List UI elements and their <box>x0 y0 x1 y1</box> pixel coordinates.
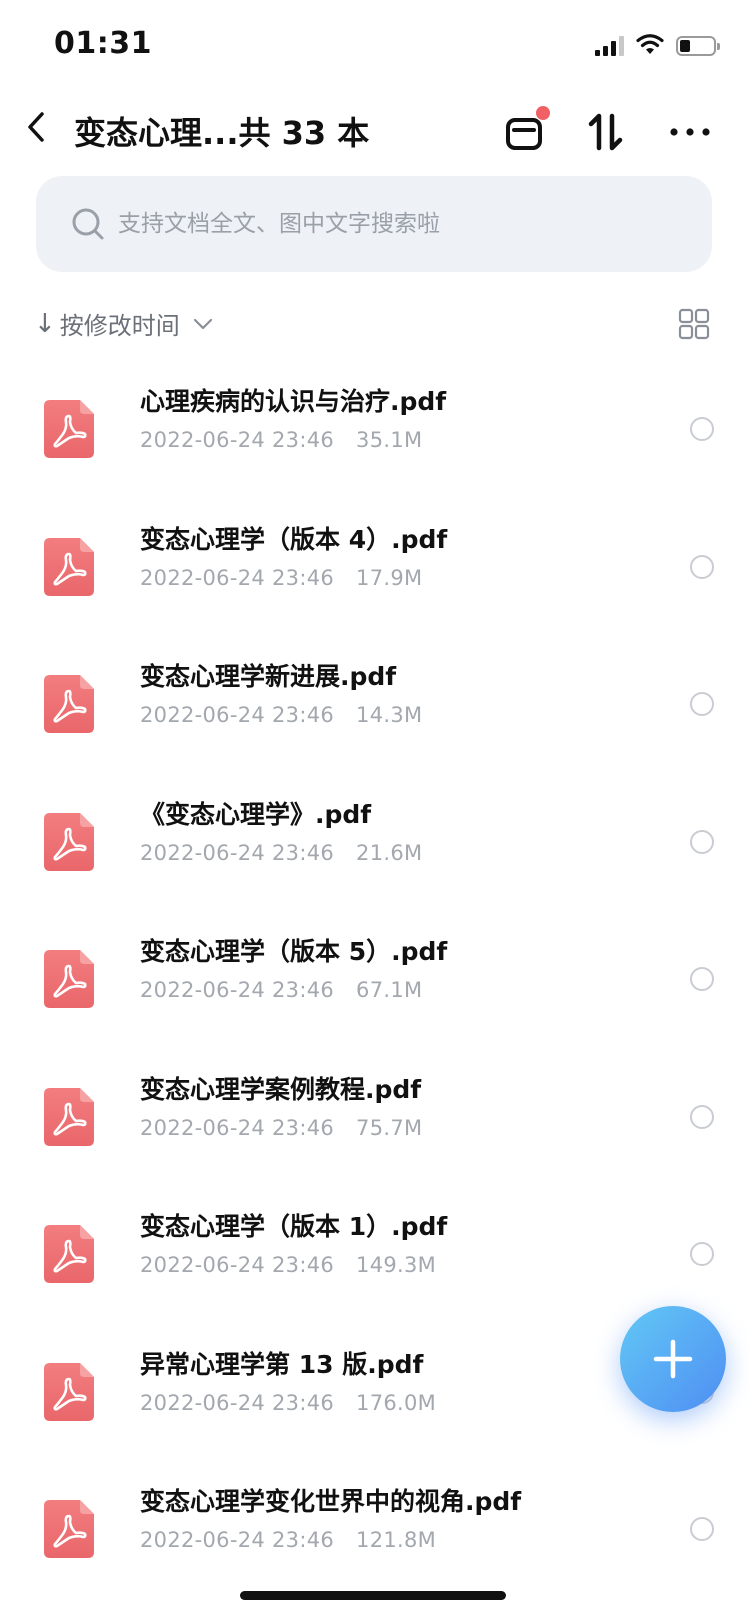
file-item[interactable]: 《变态心理学》.pdf 2022-06-24 23:46 21.6M <box>0 773 750 911</box>
sort-row: ↓ 按修改时间 <box>34 302 714 346</box>
pdf-file-icon <box>44 400 94 458</box>
status-time: 01:31 <box>54 26 152 61</box>
status-icons <box>595 32 720 56</box>
search-bar[interactable] <box>36 176 712 272</box>
cellular-signal-icon <box>595 36 624 56</box>
file-name: 心理疾病的认识与治疗.pdf <box>140 387 447 416</box>
notification-dot <box>536 106 550 120</box>
file-date: 2022-06-24 23:46 <box>140 978 335 1002</box>
pdf-file-icon <box>44 537 94 596</box>
select-checkbox[interactable] <box>690 692 714 716</box>
file-date: 2022-06-24 23:46 <box>140 1528 335 1552</box>
file-item[interactable]: 变态心理学（版本 5）.pdf 2022-06-24 23:46 67.1M <box>0 910 750 1048</box>
file-size: 67.1M <box>356 978 423 1002</box>
file-item[interactable]: 心理疾病的认识与治疗.pdf 2022-06-24 23:46 35.1M <box>0 360 750 498</box>
home-indicator <box>240 1591 506 1600</box>
file-list-screen: 01:31 变态心理...共 33 本 支持文档全文、图中文字搜索啦 ↓ 按修改… <box>0 0 750 1624</box>
file-date: 2022-06-24 23:46 <box>140 1390 335 1415</box>
file-size: 21.6M <box>356 840 423 865</box>
pdf-file-icon <box>44 950 94 1008</box>
sort-button[interactable] <box>578 104 634 160</box>
file-date: 2022-06-24 23:46 <box>140 1115 335 1140</box>
file-date: 2022-06-24 23:46 <box>140 703 335 727</box>
file-item[interactable]: 变态心理学（版本 1）.pdf 2022-06-24 23:46 149.3M <box>0 1185 750 1323</box>
search-input[interactable] <box>118 211 678 237</box>
file-meta: 2022-06-24 23:46 17.9M <box>140 566 422 590</box>
file-meta: 2022-06-24 23:46 35.1M <box>140 428 422 452</box>
file-name: 变态心理学（版本 4）.pdf <box>140 524 448 554</box>
add-button[interactable] <box>620 1306 726 1412</box>
page-title: 变态心理...共 33 本 <box>74 114 370 152</box>
file-size: 121.8M <box>356 1528 437 1552</box>
file-date: 2022-06-24 23:46 <box>140 565 335 590</box>
file-date: 2022-06-24 23:46 <box>140 840 335 865</box>
file-name: 变态心理学变化世界中的视角.pdf <box>140 1487 522 1516</box>
pdf-file-icon <box>44 1225 94 1283</box>
file-size: 17.9M <box>356 565 423 590</box>
file-list: 心理疾病的认识与治疗.pdf 2022-06-24 23:46 35.1M 变态… <box>0 360 750 1598</box>
file-name: 《变态心理学》.pdf <box>140 799 372 829</box>
sort-arrows-icon <box>588 113 623 151</box>
file-name: 变态心理学（版本 1）.pdf <box>140 1212 448 1241</box>
file-meta: 2022-06-24 23:46 21.6M <box>140 841 422 865</box>
file-meta: 2022-06-24 23:46 176.0M <box>140 1391 436 1415</box>
basket-button[interactable] <box>496 104 552 160</box>
wifi-icon <box>636 34 664 56</box>
file-item[interactable]: 变态心理学（版本 4）.pdf 2022-06-24 23:46 17.9M <box>0 498 750 636</box>
battery-level <box>680 40 691 52</box>
file-name: 变态心理学（版本 5）.pdf <box>140 937 448 966</box>
file-item[interactable]: 变态心理学变化世界中的视角.pdf 2022-06-24 23:46 121.8M <box>0 1460 750 1598</box>
battery-icon <box>676 36 720 56</box>
select-checkbox[interactable] <box>690 554 714 579</box>
file-size: 14.3M <box>356 703 423 727</box>
file-name: 异常心理学第 13 版.pdf <box>140 1349 424 1379</box>
chevron-left-icon <box>28 112 44 142</box>
pdf-file-icon <box>44 1362 94 1421</box>
file-meta: 2022-06-24 23:46 75.7M <box>140 1116 422 1140</box>
more-icon <box>670 128 710 136</box>
chevron-down-icon <box>193 318 212 329</box>
select-checkbox[interactable] <box>690 967 714 991</box>
back-button[interactable] <box>18 102 58 152</box>
file-meta: 2022-06-24 23:46 149.3M <box>140 1253 436 1277</box>
sort-label: 按修改时间 <box>59 312 180 340</box>
file-name: 变态心理学新进展.pdf <box>140 662 397 691</box>
more-button[interactable] <box>662 104 718 160</box>
file-size: 75.7M <box>356 1115 423 1140</box>
header: 变态心理...共 33 本 <box>0 90 750 170</box>
file-item[interactable]: 变态心理学新进展.pdf 2022-06-24 23:46 14.3M <box>0 635 750 773</box>
sort-dropdown[interactable]: ↓ 按修改时间 <box>34 306 214 341</box>
file-meta: 2022-06-24 23:46 121.8M <box>140 1528 436 1552</box>
select-checkbox[interactable] <box>690 1517 714 1541</box>
select-checkbox[interactable] <box>690 829 714 854</box>
grid-view-icon[interactable] <box>678 308 710 340</box>
pdf-file-icon <box>44 1087 94 1146</box>
file-item[interactable]: 变态心理学案例教程.pdf 2022-06-24 23:46 75.7M <box>0 1048 750 1186</box>
file-date: 2022-06-24 23:46 <box>140 1253 335 1277</box>
status-bar: 01:31 <box>0 0 750 90</box>
file-name: 变态心理学案例教程.pdf <box>140 1074 422 1104</box>
select-checkbox[interactable] <box>690 417 714 441</box>
pdf-file-icon <box>44 1500 94 1558</box>
plus-icon <box>653 1339 693 1379</box>
pdf-file-icon <box>44 675 94 733</box>
file-meta: 2022-06-24 23:46 14.3M <box>140 703 422 727</box>
select-checkbox[interactable] <box>690 1242 714 1266</box>
file-date: 2022-06-24 23:46 <box>140 428 335 452</box>
arrow-down-icon: ↓ <box>34 308 56 339</box>
file-meta: 2022-06-24 23:46 67.1M <box>140 978 422 1002</box>
search-icon <box>72 208 104 240</box>
select-checkbox[interactable] <box>690 1104 714 1129</box>
file-size: 176.0M <box>356 1390 437 1415</box>
pdf-file-icon <box>44 812 94 871</box>
file-size: 35.1M <box>356 428 423 452</box>
file-size: 149.3M <box>356 1253 437 1277</box>
